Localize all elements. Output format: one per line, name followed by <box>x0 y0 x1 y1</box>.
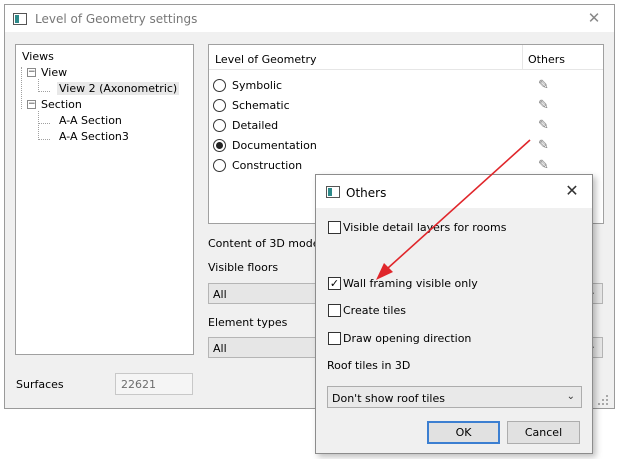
tree-item-view-2-axonometric[interactable]: View 2 (Axonometric) <box>57 82 180 95</box>
element-types-value: All <box>213 342 227 355</box>
checkbox-wall-framing-visible-only[interactable]: ✓ Wall framing visible only <box>328 276 578 292</box>
chevron-down-icon: ⌄ <box>566 391 575 402</box>
log-label: Schematic <box>232 99 290 112</box>
checkbox-label: Draw opening direction <box>343 332 472 345</box>
log-label: Documentation <box>232 139 317 152</box>
log-row-construction[interactable]: Construction ✎ <box>213 157 603 175</box>
roof-tiles-label: Roof tiles in 3D <box>327 359 411 372</box>
log-row-schematic[interactable]: Schematic ✎ <box>213 97 603 115</box>
tree-connector <box>38 139 50 140</box>
log-label: Detailed <box>232 119 279 132</box>
radio-schematic[interactable] <box>213 99 226 112</box>
ok-button[interactable]: OK <box>427 421 500 444</box>
log-row-detailed[interactable]: Detailed ✎ <box>213 117 603 135</box>
pencil-icon[interactable]: ✎ <box>538 138 549 153</box>
title-bar: Level of Geometry settings ✕ <box>5 5 614 32</box>
radio-symbolic[interactable] <box>213 79 226 92</box>
checkbox-visible-detail-layers[interactable]: Visible detail layers for rooms <box>328 220 578 236</box>
pencil-icon[interactable]: ✎ <box>538 78 549 93</box>
collapse-section-icon[interactable]: − <box>27 100 36 109</box>
log-label: Construction <box>232 159 303 172</box>
log-row-symbolic[interactable]: Symbolic ✎ <box>213 77 603 95</box>
app-window-icon <box>326 186 340 198</box>
roof-tiles-dropdown[interactable]: Don't show roof tiles ⌄ <box>327 386 582 408</box>
checkbox-label: Visible detail layers for rooms <box>343 221 507 234</box>
checkbox-draw-opening-direction[interactable]: Draw opening direction <box>328 331 578 347</box>
dialog-title-bar: Others ✕ <box>316 175 592 208</box>
pencil-icon[interactable]: ✎ <box>538 118 549 133</box>
tree-connector <box>38 123 50 124</box>
check-icon[interactable]: ✓ <box>328 277 341 290</box>
radio-detailed[interactable] <box>213 119 226 132</box>
others-dialog: Others ✕ Visible detail layers for rooms… <box>315 174 593 454</box>
surfaces-label: Surfaces <box>16 378 64 391</box>
checkbox-box[interactable] <box>328 332 341 345</box>
tree-item-section[interactable]: Section <box>41 98 82 111</box>
visible-floors-label: Visible floors <box>208 261 279 274</box>
pencil-icon[interactable]: ✎ <box>538 158 549 173</box>
column-header-others: Others <box>528 53 565 66</box>
column-header-level: Level of Geometry <box>215 53 317 66</box>
checkbox-box[interactable] <box>328 304 341 317</box>
app-window-icon <box>13 13 27 25</box>
tree-item-a-a-section3[interactable]: A-A Section3 <box>59 130 129 143</box>
tree-root-views[interactable]: Views <box>22 50 54 63</box>
resize-grip-icon[interactable] <box>596 393 610 407</box>
log-row-documentation[interactable]: Documentation ✎ <box>213 137 603 155</box>
radio-construction[interactable] <box>213 159 226 172</box>
tree-connector <box>38 111 39 140</box>
collapse-view-icon[interactable]: − <box>27 68 36 77</box>
tree-item-view[interactable]: View <box>41 66 67 79</box>
radio-documentation[interactable] <box>213 139 226 152</box>
close-icon[interactable]: ✕ <box>562 181 582 201</box>
tree-connector <box>21 67 22 109</box>
content-3d-model-heading: Content of 3D model <box>208 237 323 250</box>
column-divider <box>522 45 523 70</box>
dialog-title: Others <box>346 186 387 200</box>
checkbox-create-tiles[interactable]: Create tiles <box>328 303 578 319</box>
views-tree[interactable]: Views − View View 2 (Axonometric) − Sect… <box>15 44 194 355</box>
table-header: Level of Geometry Others <box>209 45 603 70</box>
roof-tiles-value: Don't show roof tiles <box>332 392 445 405</box>
tree-item-a-a-section[interactable]: A-A Section <box>59 114 122 127</box>
element-types-label: Element types <box>208 316 288 329</box>
close-icon[interactable]: ✕ <box>584 8 604 28</box>
checkbox-box[interactable] <box>328 221 341 234</box>
checkbox-label: Wall framing visible only <box>343 277 478 290</box>
checkbox-label: Create tiles <box>343 304 406 317</box>
visible-floors-value: All <box>213 288 227 301</box>
pencil-icon[interactable]: ✎ <box>538 98 549 113</box>
log-label: Symbolic <box>232 79 283 92</box>
window-title: Level of Geometry settings <box>35 12 198 26</box>
tree-connector <box>38 91 50 92</box>
cancel-button[interactable]: Cancel <box>507 421 580 444</box>
surfaces-field: 22621 <box>115 373 193 395</box>
